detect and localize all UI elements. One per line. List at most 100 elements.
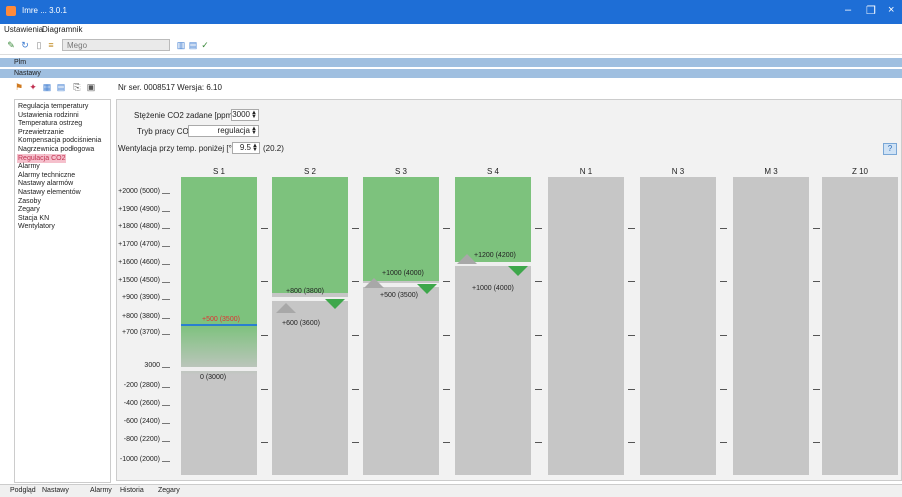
lower-handle-icon[interactable] bbox=[364, 278, 384, 288]
vent-temp-input[interactable]: 9.5 ▲ ▼ bbox=[232, 142, 260, 154]
column-header: S 2 bbox=[303, 167, 316, 176]
axis-tick-label: +700 (3700) bbox=[122, 329, 160, 336]
column-separator-tick bbox=[628, 227, 635, 229]
stage-lower-label: +1000 (4000) bbox=[472, 285, 514, 292]
check-icon[interactable]: ✓ bbox=[200, 40, 210, 50]
axis-tick bbox=[162, 387, 170, 388]
axis-tick-label: +1900 (4900) bbox=[118, 206, 160, 213]
vent-temp-extra: (20.2) bbox=[263, 144, 284, 153]
spinner-icon[interactable]: ▲ ▼ bbox=[251, 110, 257, 120]
axis-tick-label: +900 (3900) bbox=[122, 294, 160, 301]
upper-handle-icon[interactable] bbox=[325, 299, 345, 309]
column-separator-tick bbox=[352, 281, 359, 283]
menu-item-diagram[interactable]: Diagramnik bbox=[42, 25, 82, 34]
column-header: N 3 bbox=[671, 167, 685, 176]
column-separator-tick bbox=[261, 334, 268, 336]
axis-tick-label: +1700 (4700) bbox=[118, 241, 160, 248]
axis-tick bbox=[162, 246, 170, 247]
lower-handle-icon[interactable] bbox=[276, 303, 296, 313]
copy-icon[interactable]: ⎘ bbox=[72, 82, 82, 92]
stage-column[interactable] bbox=[640, 177, 716, 475]
maximize-icon[interactable]: ❐ bbox=[866, 4, 876, 17]
serial-info: Nr ser. 0008517 Wersja: 6.10 bbox=[118, 83, 222, 92]
paste-icon[interactable]: ▣ bbox=[86, 82, 96, 92]
column-separator-tick bbox=[535, 442, 542, 444]
upper-handle-icon[interactable] bbox=[508, 266, 528, 276]
axis-tick bbox=[162, 193, 170, 194]
axis-tick bbox=[162, 264, 170, 265]
axis-tick-label: +2000 (5000) bbox=[118, 188, 160, 195]
spinner-icon[interactable]: ▲ ▼ bbox=[252, 143, 258, 153]
column-separator-tick bbox=[261, 442, 268, 444]
save-icon[interactable]: ▤ bbox=[188, 40, 198, 50]
column-separator-tick bbox=[352, 334, 359, 336]
column-separator-tick bbox=[443, 442, 450, 444]
column-separator-tick bbox=[535, 334, 542, 336]
status-clocks[interactable]: Zegary bbox=[158, 487, 180, 494]
device-combo[interactable]: Mego bbox=[62, 39, 170, 51]
dropdown-icon[interactable]: ▲ ▼ bbox=[251, 126, 257, 136]
status-history[interactable]: Historia bbox=[120, 487, 144, 494]
status-alarms[interactable]: Alarmy bbox=[90, 487, 112, 494]
column-separator-tick bbox=[443, 334, 450, 336]
axis-tick-label: -600 (2400) bbox=[123, 418, 160, 425]
column-separator-tick bbox=[535, 227, 542, 229]
menu-bar: Ustawienia Diagramnik bbox=[0, 24, 902, 36]
current-level-line bbox=[181, 324, 257, 326]
axis-tick-label: -1000 (2000) bbox=[119, 456, 160, 463]
settings-label: Nastawy bbox=[14, 70, 41, 77]
sidebar-item[interactable]: Wentylatory bbox=[17, 222, 56, 231]
column-separator-tick bbox=[720, 334, 727, 336]
pencil-icon[interactable]: ✎ bbox=[6, 40, 16, 50]
vent-temp-label: Wentylacja przy temp. poniżej [°C]: bbox=[118, 144, 242, 153]
column-separator-tick bbox=[628, 388, 635, 390]
plm-label: Plm bbox=[14, 59, 27, 66]
settings-sidebar: Regulacja temperatury Ustawienia rodzinni… bbox=[14, 99, 111, 483]
stage-column[interactable] bbox=[733, 177, 809, 475]
grid-icon[interactable]: ▦ bbox=[42, 82, 52, 92]
document-icon[interactable]: ▯ bbox=[34, 40, 44, 50]
minimize-icon[interactable]: – bbox=[845, 4, 851, 16]
stage-fill bbox=[181, 177, 257, 325]
column-separator-tick bbox=[628, 442, 635, 444]
stage-upper-label: +800 (3800) bbox=[286, 288, 324, 295]
axis-tick-label: +1500 (4500) bbox=[118, 277, 160, 284]
refresh-icon[interactable]: ↻ bbox=[20, 40, 30, 50]
upper-handle-icon[interactable] bbox=[417, 284, 437, 294]
axis-tick bbox=[162, 299, 170, 300]
disk-icon[interactable]: ▤ bbox=[56, 82, 66, 92]
column-separator-tick bbox=[813, 334, 820, 336]
co2-setpoint-input[interactable]: 3000 ▲ ▼ bbox=[231, 109, 259, 121]
axis-tick-label: 3000 bbox=[144, 362, 160, 369]
status-preview[interactable]: Podgląd bbox=[10, 487, 36, 494]
settings-bar[interactable]: Nastawy bbox=[0, 69, 902, 78]
column-header: S 3 bbox=[394, 167, 407, 176]
status-settings[interactable]: Nastawy bbox=[42, 487, 69, 494]
wand-icon[interactable]: ✦ bbox=[28, 82, 38, 92]
column-separator-tick bbox=[813, 281, 820, 283]
list-icon[interactable]: ≡ bbox=[46, 40, 56, 50]
column-separator-tick bbox=[261, 388, 268, 390]
chart-icon[interactable]: ▥ bbox=[176, 40, 186, 50]
column-header: Z 10 bbox=[851, 167, 868, 176]
plm-bar[interactable]: Plm bbox=[0, 58, 902, 67]
stage-column[interactable] bbox=[548, 177, 624, 475]
stage-fill bbox=[455, 177, 531, 262]
close-icon[interactable]: × bbox=[888, 4, 894, 16]
help-icon[interactable]: ? bbox=[883, 143, 897, 155]
stage-upper-label: +1000 (4000) bbox=[382, 270, 424, 277]
stage-column[interactable] bbox=[822, 177, 898, 475]
column-separator-tick bbox=[443, 227, 450, 229]
column-separator-tick bbox=[720, 227, 727, 229]
column-separator-tick bbox=[813, 442, 820, 444]
axis-tick bbox=[162, 423, 170, 424]
column-separator-tick bbox=[261, 281, 268, 283]
column-separator-tick bbox=[813, 388, 820, 390]
column-separator-tick bbox=[352, 388, 359, 390]
stage-zero-label: 0 (3000) bbox=[200, 374, 227, 381]
flag-icon[interactable]: ⚑ bbox=[14, 82, 24, 92]
menu-item-settings[interactable]: Ustawienia bbox=[4, 25, 43, 34]
co2-mode-select[interactable]: regulacja ▲ ▼ bbox=[188, 125, 259, 137]
zero-marker bbox=[181, 367, 257, 371]
axis-tick bbox=[162, 405, 170, 406]
